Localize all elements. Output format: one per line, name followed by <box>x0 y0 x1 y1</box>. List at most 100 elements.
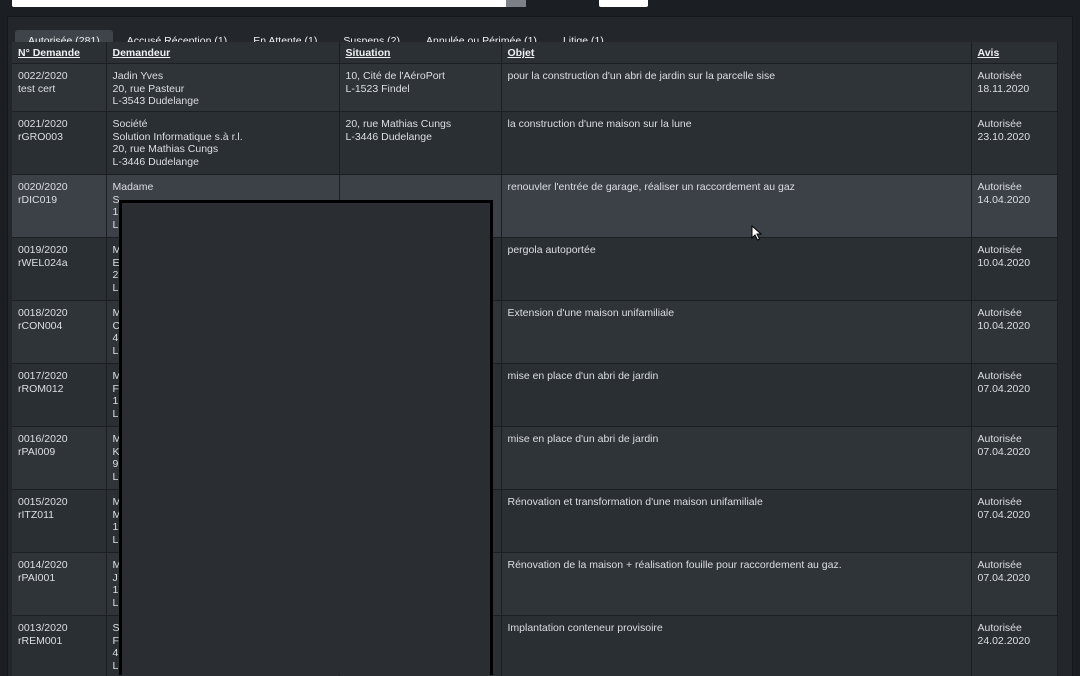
cell-demande: 0021/2020rGRO003 <box>12 112 106 175</box>
cell-demandeur-line: L-3446 Dudelange <box>113 156 333 169</box>
cell-avis-line: 10.04.2020 <box>978 257 1051 270</box>
cell-avis: Autorisée07.04.2020 <box>971 427 1057 490</box>
cell-objet: mise en place d'un abri de jardin <box>501 364 971 427</box>
cell-demande-line: 0016/2020 <box>18 433 100 446</box>
cell-demande-line: 0013/2020 <box>18 622 100 635</box>
cell-objet: Extension d'une maison unifamiliale <box>501 301 971 364</box>
cell-avis-line: 24.02.2020 <box>978 635 1051 648</box>
cell-avis-line: Autorisée <box>978 181 1051 194</box>
cell-demandeur-line: 20, rue Pasteur <box>113 83 333 96</box>
cell-objet-line: Implantation conteneur provisoire <box>508 622 965 635</box>
cell-objet: pour la construction d'un abri de jardin… <box>501 64 971 112</box>
cell-avis-line: 07.04.2020 <box>978 446 1051 459</box>
cell-demande: 0016/2020rPAI009 <box>12 427 106 490</box>
col-demandeur-header[interactable]: Demandeur <box>106 42 339 64</box>
cell-avis-line: 07.04.2020 <box>978 509 1051 522</box>
cell-avis-line: Autorisée <box>978 244 1051 257</box>
cell-demande-line: rWEL024a <box>18 257 100 270</box>
cell-avis: Autorisée23.10.2020 <box>971 112 1057 175</box>
cell-demande-line: rPAI009 <box>18 446 100 459</box>
cell-objet-line: mise en place d'un abri de jardin <box>508 370 965 383</box>
cell-avis-line: Autorisée <box>978 70 1051 83</box>
cell-demande-line: 0019/2020 <box>18 244 100 257</box>
top-bar <box>0 0 1080 16</box>
cell-demande-line: rPAI001 <box>18 572 100 585</box>
cell-situation-line: 20, rue Mathias Cungs <box>346 118 495 131</box>
cell-situation-line: L-1523 Findel <box>346 83 495 96</box>
cell-avis-line: Autorisée <box>978 496 1051 509</box>
cell-situation: 20, rue Mathias CungsL-3446 Dudelange <box>339 112 501 175</box>
cell-objet: renouvler l'entrée de garage, réaliser u… <box>501 175 971 238</box>
cell-demandeur-line: L-3543 Dudelange <box>113 95 333 108</box>
cell-objet-line: pergola autoportée <box>508 244 965 257</box>
cell-demande: 0022/2020test cert <box>12 64 106 112</box>
cell-objet-line: la construction d'une maison sur la lune <box>508 118 965 131</box>
col-avis-header[interactable]: Avis <box>971 42 1057 64</box>
cell-objet: mise en place d'un abri de jardin <box>501 427 971 490</box>
cell-avis-line: 07.04.2020 <box>978 572 1051 585</box>
cell-avis-line: Autorisée <box>978 433 1051 446</box>
cell-avis-line: Autorisée <box>978 559 1051 572</box>
cell-demande-line: rCON004 <box>18 320 100 333</box>
cell-objet-line: Extension d'une maison unifamiliale <box>508 307 965 320</box>
table-row[interactable]: 0022/2020test certJadin Yves20, rue Past… <box>12 64 1057 112</box>
cell-demande-line: 0014/2020 <box>18 559 100 572</box>
cell-demande: 0018/2020rCON004 <box>12 301 106 364</box>
cell-demandeur-line: Jadin Yves <box>113 70 333 83</box>
cell-demande-line: 0015/2020 <box>18 496 100 509</box>
cell-demande: 0019/2020rWEL024a <box>12 238 106 301</box>
cell-demandeur-line: Solution Informatique s.à r.l. <box>113 131 333 144</box>
cell-avis-line: 07.04.2020 <box>978 383 1051 396</box>
cell-demande: 0017/2020rROM012 <box>12 364 106 427</box>
cell-avis: Autorisée24.02.2020 <box>971 616 1057 676</box>
filter-button[interactable] <box>599 0 648 7</box>
cell-objet: pergola autoportée <box>501 238 971 301</box>
cell-demande-line: rGRO003 <box>18 131 100 144</box>
cell-demande-line: rITZ011 <box>18 509 100 522</box>
cell-avis: Autorisée07.04.2020 <box>971 490 1057 553</box>
cell-demande-line: rROM012 <box>18 383 100 396</box>
cell-demande: 0014/2020rPAI001 <box>12 553 106 616</box>
cell-demande-line: rREM001 <box>18 635 100 648</box>
cell-situation-line: 10, Cité de l'AéroPort <box>346 70 495 83</box>
cell-demandeur-line: 20, rue Mathias Cungs <box>113 143 333 156</box>
cell-situation-line: L-3446 Dudelange <box>346 131 495 144</box>
col-demande-header[interactable]: N° Demande <box>12 42 106 64</box>
cell-avis: Autorisée07.04.2020 <box>971 364 1057 427</box>
cell-objet-line: mise en place d'un abri de jardin <box>508 433 965 446</box>
cell-avis-line: Autorisée <box>978 370 1051 383</box>
cell-demande-line: 0020/2020 <box>18 181 100 194</box>
search-button[interactable] <box>506 0 526 7</box>
col-objet-header[interactable]: Objet <box>501 42 971 64</box>
cell-objet: Rénovation et transformation d'une maiso… <box>501 490 971 553</box>
cell-demande: 0015/2020rITZ011 <box>12 490 106 553</box>
cell-avis-line: 10.04.2020 <box>978 320 1051 333</box>
cell-demande-line: test cert <box>18 83 100 96</box>
col-situation-header[interactable]: Situation <box>339 42 501 64</box>
cell-demande-line: rDIC019 <box>18 194 100 207</box>
cell-avis: Autorisée14.04.2020 <box>971 175 1057 238</box>
cell-objet: Rénovation de la maison + réalisation fo… <box>501 553 971 616</box>
cell-avis-line: 18.11.2020 <box>978 83 1051 96</box>
cell-demandeur: SociétéSolution Informatique s.à r.l.20,… <box>106 112 339 175</box>
search-input[interactable] <box>12 0 506 7</box>
cell-avis-line: 23.10.2020 <box>978 131 1051 144</box>
cell-avis-line: Autorisée <box>978 307 1051 320</box>
redaction-box <box>119 200 493 675</box>
cell-avis: Autorisée10.04.2020 <box>971 301 1057 364</box>
table-row[interactable]: 0021/2020rGRO003SociétéSolution Informat… <box>12 112 1057 175</box>
cell-objet-line: renouvler l'entrée de garage, réaliser u… <box>508 181 965 194</box>
cell-avis: Autorisée18.11.2020 <box>971 64 1057 112</box>
cell-avis-line: Autorisée <box>978 118 1051 131</box>
cell-demande: 0013/2020rREM001 <box>12 616 106 676</box>
cell-avis-line: 14.04.2020 <box>978 194 1051 207</box>
cell-demandeur: Jadin Yves20, rue PasteurL-3543 Dudelang… <box>106 64 339 112</box>
cell-demande-line: 0021/2020 <box>18 118 100 131</box>
cell-objet: Implantation conteneur provisoire <box>501 616 971 676</box>
cell-avis: Autorisée07.04.2020 <box>971 553 1057 616</box>
cell-demandeur-line: Société <box>113 118 333 131</box>
mouse-cursor-icon <box>751 225 763 241</box>
cell-demande: 0020/2020rDIC019 <box>12 175 106 238</box>
cell-situation: 10, Cité de l'AéroPortL-1523 Findel <box>339 64 501 112</box>
cell-demande-line: 0017/2020 <box>18 370 100 383</box>
